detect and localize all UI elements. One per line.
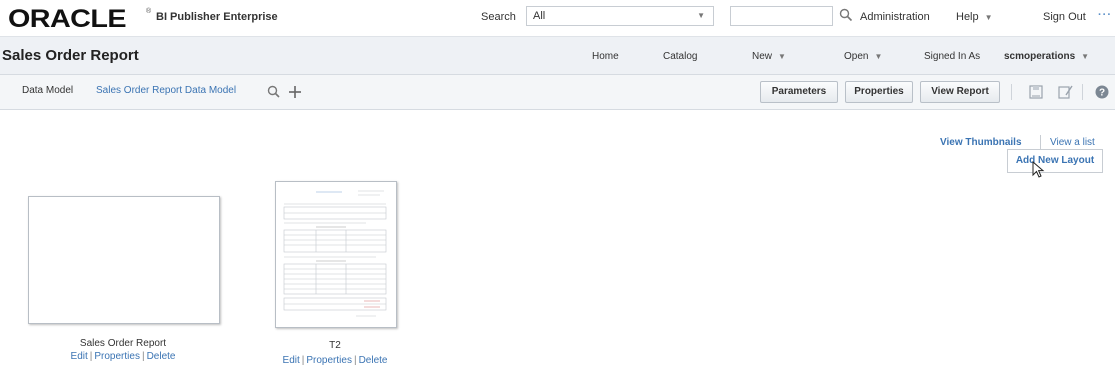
layout-name: T2 [329,340,341,351]
save-as-icon[interactable] [1057,84,1073,100]
layout-editor-toolbar: Data Model Sales Order Report Data Model… [0,75,1115,110]
layout-thumbnail-t2[interactable] [275,181,397,328]
view-list-link[interactable]: View a list [1050,137,1095,148]
data-model-label: Data Model [22,85,74,96]
new-menu[interactable]: New ▼ [752,51,786,62]
chevron-down-icon: ▼ [1081,52,1090,61]
search-icon[interactable] [839,8,853,22]
action-separator: | [353,355,357,366]
signed-in-label: Signed In As [924,51,981,62]
add-new-layout-button[interactable]: Add New Layout [1007,149,1103,173]
parameters-button[interactable]: Parameters [760,81,838,103]
view-report-button[interactable]: View Report [920,81,1000,103]
search-input[interactable] [730,6,833,26]
open-menu[interactable]: Open ▼ [844,51,882,62]
oracle-logo: ORACLE [8,5,127,33]
toolbar-divider [1011,84,1012,100]
edit-link[interactable]: Edit [283,355,300,366]
data-model-link[interactable]: Sales Order Report Data Model [96,85,236,96]
layout-name: Sales Order Report [79,338,167,349]
search-icon[interactable] [266,84,282,100]
help-menu[interactable]: Help ▼ [956,11,993,23]
open-label: Open [844,51,869,62]
chevron-down-icon: ▼ [697,11,705,20]
home-link[interactable]: Home [592,51,619,62]
add-icon[interactable] [287,84,303,100]
catalog-link[interactable]: Catalog [663,51,697,62]
properties-link[interactable]: Properties [306,355,352,366]
action-separator: | [301,355,305,366]
help-icon[interactable]: ? [1094,84,1110,100]
layout-actions: Edit | Properties | Delete [245,355,425,366]
properties-link[interactable]: Properties [94,351,140,362]
toolbar-divider [1082,84,1083,100]
svg-text:?: ? [1099,88,1105,99]
user-menu[interactable]: scmoperations ▼ [1004,51,1089,62]
save-icon[interactable] [1028,84,1044,100]
product-name: BI Publisher Enterprise [156,11,278,23]
view-thumbnails-link[interactable]: View Thumbnails [940,137,1022,148]
search-scope-select[interactable]: All ▼ [526,6,714,26]
delete-link[interactable]: Delete [359,355,388,366]
chevron-down-icon: ▼ [874,52,883,61]
new-label: New [752,51,773,62]
registered-mark: ® [146,8,152,15]
chevron-down-icon: ▼ [778,52,786,61]
search-scope-value: All [533,10,546,22]
edit-link[interactable]: Edit [71,351,88,362]
action-separator: | [89,351,93,362]
user-name: scmoperations [1004,51,1076,62]
layout-actions: Edit | Properties | Delete [28,351,218,362]
help-label: Help [956,11,979,23]
page-title: Sales Order Report [2,47,139,64]
document-preview-image [283,190,387,317]
sign-out-link[interactable]: Sign Out [1043,11,1086,23]
layout-thumbnail-sales-order-report[interactable] [28,196,220,324]
view-options-divider [1040,135,1041,149]
chevron-down-icon: ▼ [984,13,993,22]
administration-link[interactable]: Administration [860,11,930,23]
properties-button[interactable]: Properties [845,81,913,103]
search-label: Search [481,11,516,23]
more-options-icon[interactable]: ··· [1098,9,1112,21]
delete-link[interactable]: Delete [147,351,176,362]
report-title-bar: Sales Order Report Home Catalog New ▼ Ope… [0,37,1115,75]
action-separator: | [141,351,145,362]
global-header: ORACLE ® BI Publisher Enterprise Search … [0,0,1115,37]
mouse-pointer-icon [1032,161,1045,178]
